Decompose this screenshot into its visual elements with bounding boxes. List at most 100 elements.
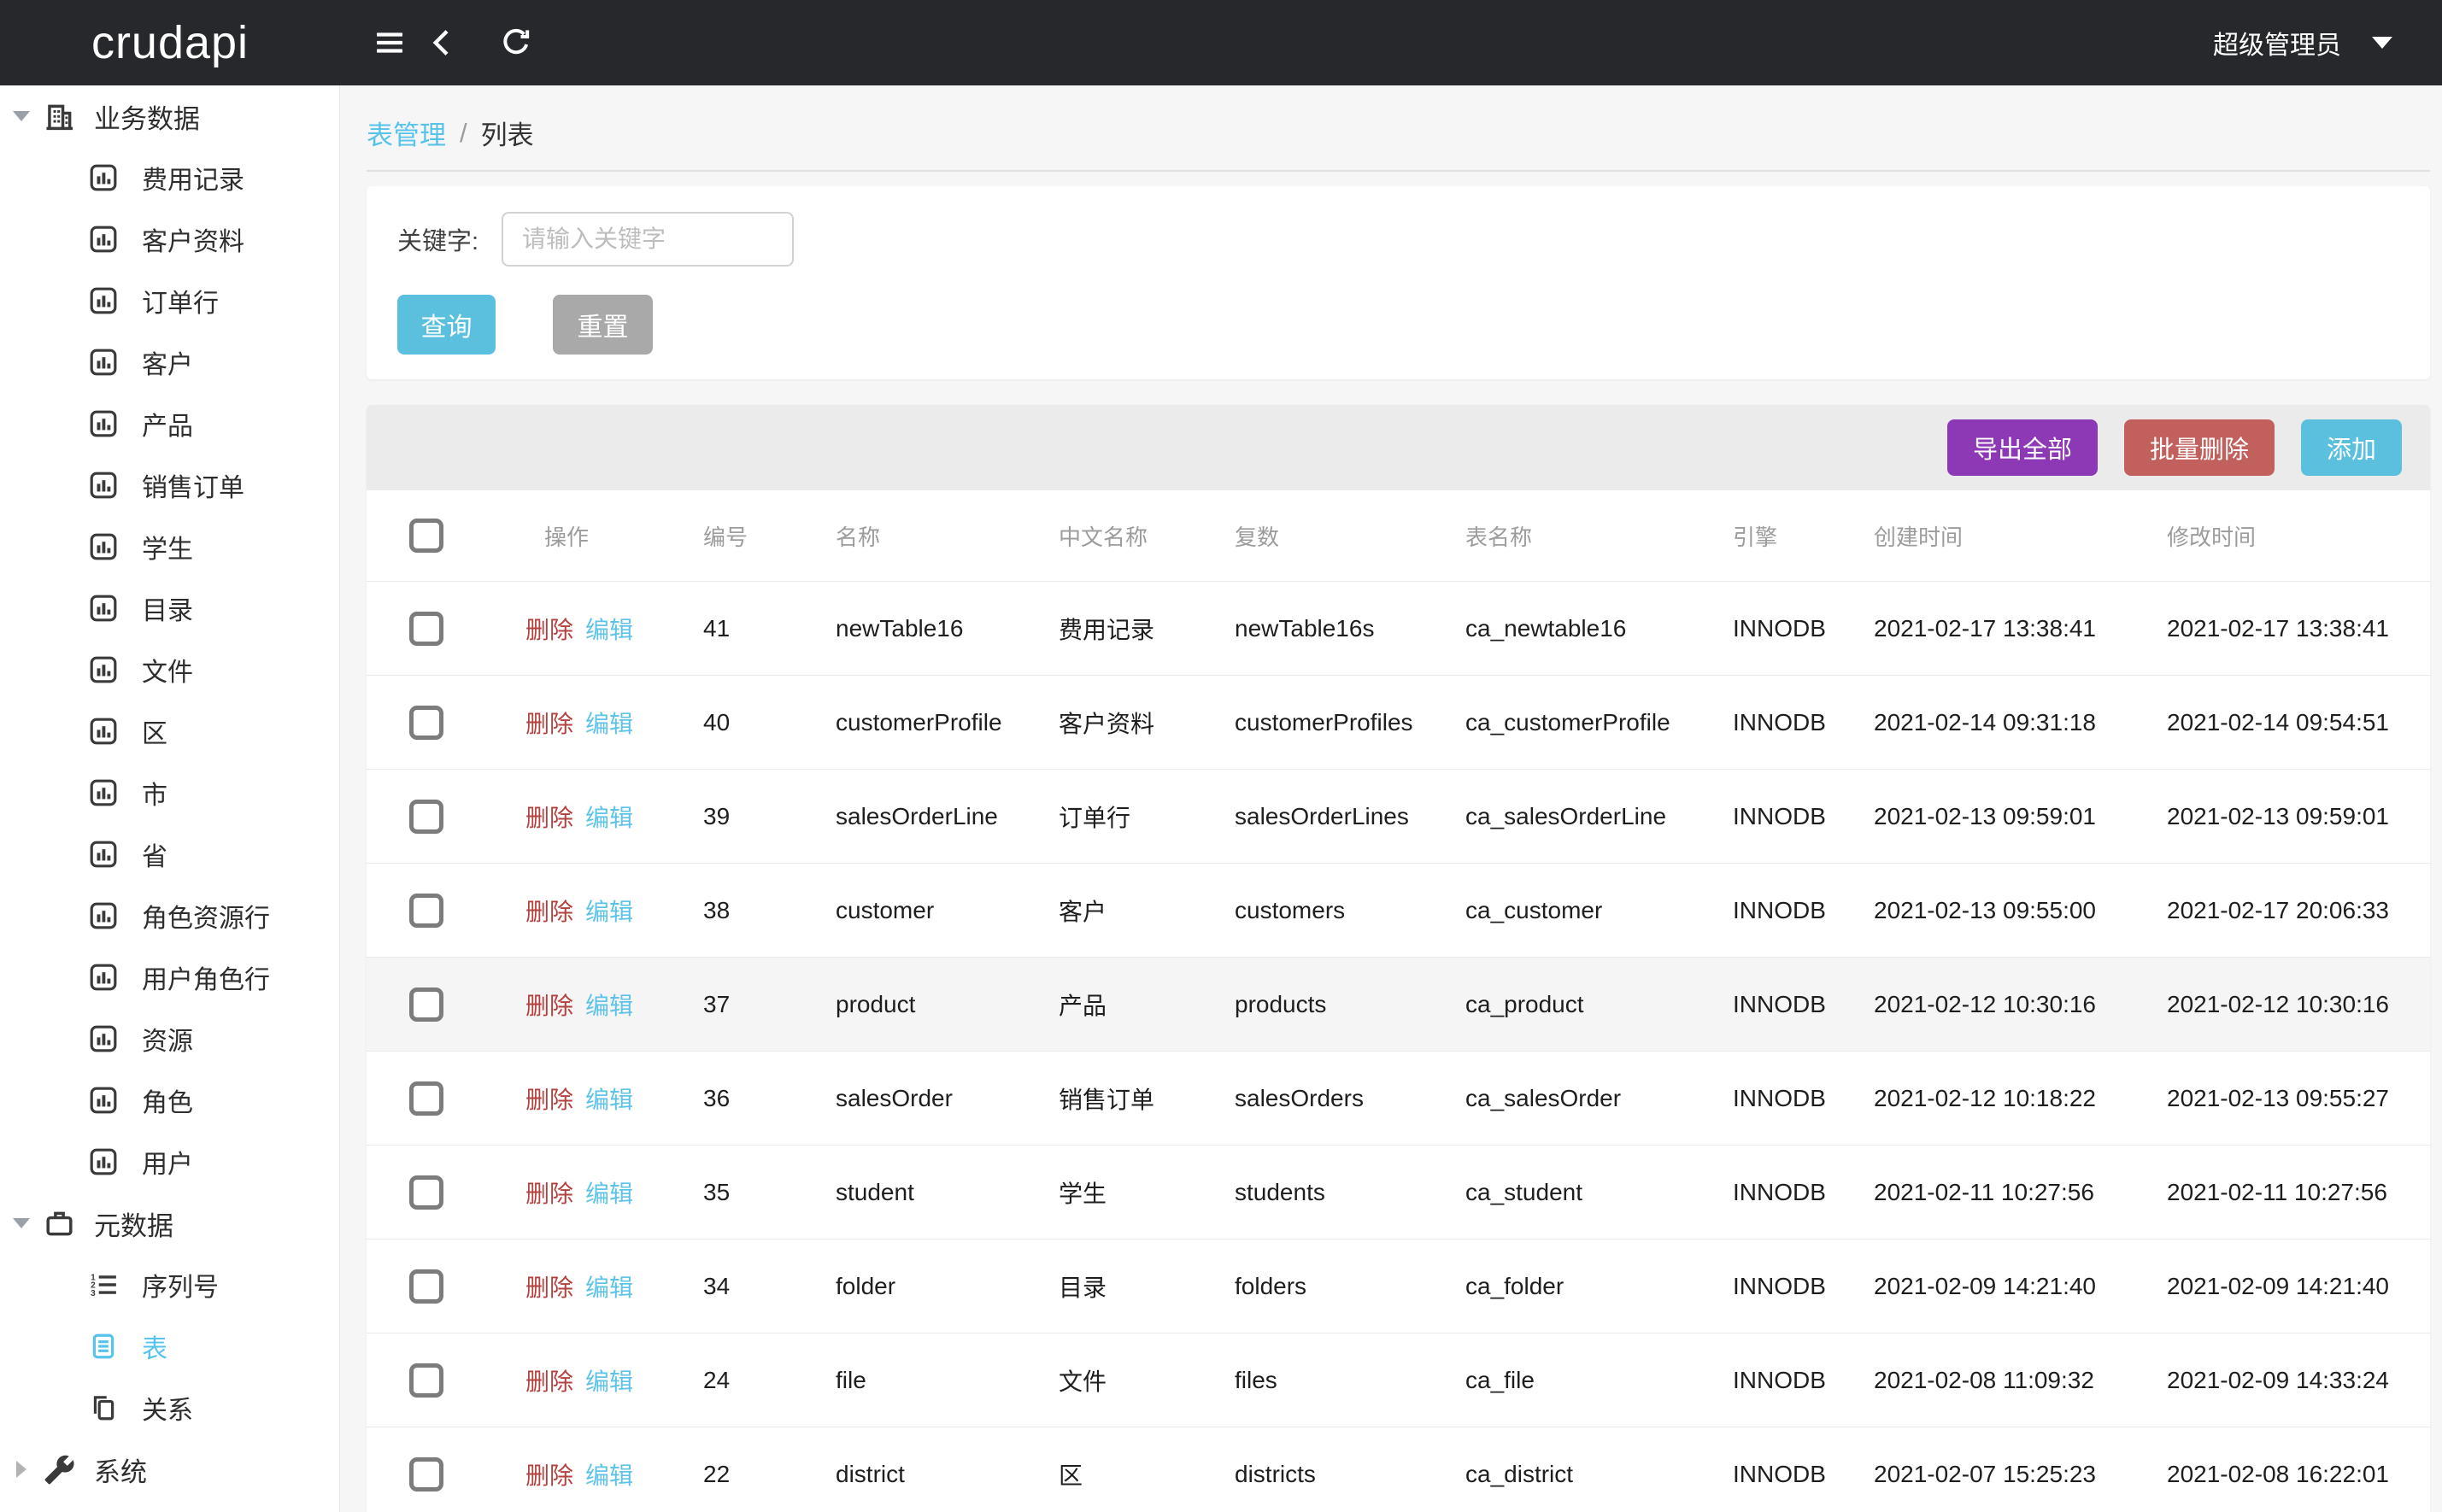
row-actions: 删除编辑	[486, 894, 700, 928]
sidebar-item[interactable]: 文件	[0, 639, 339, 700]
sidebar-item[interactable]: 订单行	[0, 270, 339, 331]
sidebar-item-active[interactable]: 表	[0, 1316, 339, 1377]
bulk-delete-button[interactable]: 批量删除	[2124, 419, 2275, 476]
delete-link[interactable]: 删除	[525, 1457, 573, 1491]
edit-link[interactable]: 编辑	[585, 894, 633, 928]
back-icon[interactable]	[426, 26, 460, 60]
cell-plural: districts	[1231, 1461, 1462, 1488]
table-panel: 导出全部 批量删除 添加 操作编号名称中文名称复数表名称引擎创建时间修改时间删除…	[367, 405, 2430, 1512]
row-checkbox[interactable]	[409, 800, 443, 834]
breadcrumb-link-table-management[interactable]: 表管理	[367, 114, 446, 152]
sidebar-item-label: 文件	[142, 651, 193, 689]
cell-plural: students	[1231, 1179, 1462, 1206]
sidebar-item-label: 市	[142, 774, 167, 812]
cell-id: 34	[700, 1273, 832, 1300]
sidebar-item[interactable]: 区	[0, 700, 339, 762]
sidebar-item[interactable]: 123序列号	[0, 1254, 339, 1316]
edit-link[interactable]: 编辑	[585, 1081, 633, 1116]
reset-button[interactable]: 重置	[553, 295, 653, 355]
cell-engine: INNODB	[1729, 1085, 1870, 1112]
cell-engine: INNODB	[1729, 1367, 1870, 1394]
delete-link[interactable]: 删除	[525, 1363, 573, 1398]
menu-toggle-icon[interactable]	[373, 26, 407, 60]
edit-link[interactable]: 编辑	[585, 706, 633, 740]
edit-link[interactable]: 编辑	[585, 1457, 633, 1491]
delete-link[interactable]: 删除	[525, 1269, 573, 1304]
table-toolbar: 导出全部 批量删除 添加	[367, 405, 2430, 490]
column-header: 引擎	[1729, 520, 1870, 552]
cell-table-name: ca_folder	[1462, 1273, 1729, 1300]
row-checkbox[interactable]	[409, 1081, 443, 1116]
select-all-checkbox[interactable]	[409, 519, 443, 553]
row-checkbox[interactable]	[409, 1363, 443, 1398]
keyword-label: 关键字:	[397, 221, 502, 257]
add-button[interactable]: 添加	[2301, 419, 2402, 476]
sidebar-item-label: 序列号	[142, 1266, 219, 1304]
query-button[interactable]: 查询	[397, 295, 496, 355]
sidebar-item-label: 费用记录	[142, 159, 244, 196]
edit-link[interactable]: 编辑	[585, 800, 633, 834]
sidebar: 业务数据费用记录客户资料订单行客户产品销售订单学生目录文件区市省角色资源行用户角…	[0, 85, 340, 1512]
edit-link[interactable]: 编辑	[585, 1363, 633, 1398]
cell-table-name: ca_salesOrder	[1462, 1085, 1729, 1112]
row-checkbox-cell	[367, 800, 486, 834]
delete-link[interactable]: 删除	[525, 800, 573, 834]
sidebar-item[interactable]: 费用记录	[0, 147, 339, 208]
app-logo[interactable]: crudapi	[0, 16, 340, 69]
edit-link[interactable]: 编辑	[585, 612, 633, 646]
sidebar-item[interactable]: 资源	[0, 1008, 339, 1070]
cell-caption: 客户资料	[1055, 706, 1231, 740]
edit-link[interactable]: 编辑	[585, 1175, 633, 1210]
delete-link[interactable]: 删除	[525, 1175, 573, 1210]
triangle-right-icon[interactable]	[12, 1461, 31, 1478]
sidebar-item[interactable]: 关系	[0, 1377, 339, 1439]
row-checkbox[interactable]	[409, 1457, 443, 1491]
bar-chart-icon	[89, 348, 118, 377]
triangle-down-icon[interactable]	[12, 111, 31, 121]
delete-link[interactable]: 删除	[525, 612, 573, 646]
cell-id: 22	[700, 1461, 832, 1488]
export-all-button[interactable]: 导出全部	[1947, 419, 2098, 476]
delete-link[interactable]: 删除	[525, 706, 573, 740]
sidebar-item[interactable]: 角色	[0, 1070, 339, 1131]
cell-created-at: 2021-02-08 11:09:32	[1870, 1367, 2163, 1394]
table-row: 删除编辑36salesOrder销售订单salesOrdersca_salesO…	[367, 1052, 2430, 1146]
edit-link[interactable]: 编辑	[585, 1269, 633, 1304]
bar-chart-icon	[89, 840, 118, 869]
sidebar-item[interactable]: 销售订单	[0, 454, 339, 516]
bar-chart-icon	[89, 409, 118, 438]
cell-plural: customers	[1231, 897, 1462, 924]
row-checkbox[interactable]	[409, 987, 443, 1022]
cell-updated-at: 2021-02-09 14:33:24	[2163, 1367, 2430, 1394]
row-checkbox[interactable]	[409, 894, 443, 928]
sidebar-item[interactable]: 省	[0, 823, 339, 885]
delete-link[interactable]: 删除	[525, 894, 573, 928]
sidebar-group[interactable]: 元数据	[0, 1193, 339, 1254]
sidebar-item[interactable]: 用户	[0, 1131, 339, 1193]
sidebar-item[interactable]: 产品	[0, 393, 339, 454]
sidebar-item[interactable]: 角色资源行	[0, 885, 339, 946]
row-checkbox[interactable]	[409, 1269, 443, 1304]
delete-link[interactable]: 删除	[525, 987, 573, 1022]
data-table: 操作编号名称中文名称复数表名称引擎创建时间修改时间删除编辑41newTable1…	[367, 490, 2430, 1512]
refresh-icon[interactable]	[499, 26, 533, 60]
row-checkbox[interactable]	[409, 706, 443, 740]
sidebar-item[interactable]: 客户	[0, 331, 339, 393]
sidebar-item[interactable]: 学生	[0, 516, 339, 577]
cell-name: salesOrder	[832, 1085, 1055, 1112]
sidebar-item[interactable]: 客户资料	[0, 208, 339, 270]
sidebar-group[interactable]: 业务数据	[0, 85, 339, 147]
sidebar-group[interactable]: 系统	[0, 1439, 339, 1500]
sidebar-item[interactable]: 市	[0, 762, 339, 823]
row-checkbox[interactable]	[409, 612, 443, 646]
row-checkbox[interactable]	[409, 1175, 443, 1210]
user-menu[interactable]: 超级管理员	[2213, 24, 2442, 62]
triangle-down-icon[interactable]	[12, 1218, 31, 1228]
sidebar-item[interactable]: 用户角色行	[0, 946, 339, 1008]
delete-link[interactable]: 删除	[525, 1081, 573, 1116]
cell-plural: folders	[1231, 1273, 1462, 1300]
keyword-input[interactable]	[502, 212, 794, 267]
row-checkbox-cell	[367, 1269, 486, 1304]
sidebar-item[interactable]: 目录	[0, 577, 339, 639]
edit-link[interactable]: 编辑	[585, 987, 633, 1022]
